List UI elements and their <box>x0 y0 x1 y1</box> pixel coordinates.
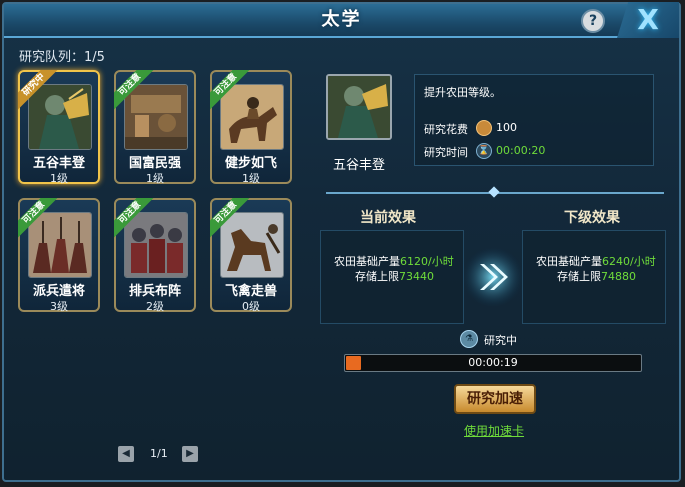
selected-research-icon <box>326 74 392 140</box>
research-card[interactable]: 可注意 派兵遣将 3级 <box>18 198 100 313</box>
card-name: 国富民强 <box>128 156 181 171</box>
cost-value: 100 <box>496 121 517 134</box>
available-badge: 可注意 <box>210 70 250 110</box>
help-icon[interactable]: ? <box>581 9 605 33</box>
card-name: 五谷丰登 <box>32 156 85 171</box>
close-icon[interactable]: X <box>617 2 679 38</box>
card-level: 2级 <box>146 300 164 313</box>
research-status-text: 研究中 <box>484 334 517 347</box>
research-status-icon: ⚗ <box>460 330 478 348</box>
research-queue-label: 研究队列：1/5 <box>19 50 105 65</box>
page-indicator: 1/1 <box>150 447 168 460</box>
available-badge: 可注意 <box>18 198 58 238</box>
time-remaining: 00:00:19 <box>468 356 518 369</box>
card-name: 排兵布阵 <box>128 284 181 299</box>
cost-label: 研究花费 <box>424 123 468 136</box>
current-production: 农田基础产量6120/小时 <box>334 255 454 268</box>
speed-up-button[interactable]: 研究加速 <box>454 384 536 414</box>
prev-page-button[interactable]: ◀ <box>118 446 134 462</box>
research-card[interactable]: 研究中 五谷丰登 1级 <box>18 70 100 185</box>
next-page-button[interactable]: ▶ <box>182 446 198 462</box>
next-production: 农田基础产量6240/小时 <box>536 255 656 268</box>
title-bar: 太学 ? X <box>4 2 679 38</box>
window-title: 太学 <box>321 9 362 30</box>
research-progress-bar: 00:00:19 <box>344 354 642 372</box>
time-value: 00:00:20 <box>496 144 546 157</box>
card-level: 1级 <box>242 172 260 185</box>
available-badge: 可注意 <box>114 198 154 238</box>
card-level: 1级 <box>50 172 68 185</box>
current-effect-title: 当前效果 <box>360 210 416 226</box>
card-name: 派兵遣将 <box>32 284 85 299</box>
university-window: 太学 ? X 研究队列：1/5 研究中 五谷丰登 1级 可注意 国富民强 1级 <box>2 2 681 482</box>
research-card[interactable]: 可注意 国富民强 1级 <box>114 70 196 185</box>
available-badge: 可注意 <box>114 70 154 110</box>
card-level: 1级 <box>146 172 164 185</box>
upgrade-arrow-icon <box>460 244 526 310</box>
hourglass-icon: ⌛ <box>476 143 492 159</box>
use-speed-card-link[interactable]: 使用加速卡 <box>464 422 524 439</box>
research-card[interactable]: 可注意 健步如飞 1级 <box>210 70 292 185</box>
research-card[interactable]: 可注意 排兵布阵 2级 <box>114 198 196 313</box>
next-storage: 存储上限74880 <box>557 270 636 283</box>
available-badge: 可注意 <box>210 198 250 238</box>
card-level: 0级 <box>242 300 260 313</box>
time-label: 研究时间 <box>424 146 468 159</box>
card-level: 3级 <box>50 300 68 313</box>
research-description: 提升农田等级。 <box>424 86 501 99</box>
card-name: 健步如飞 <box>224 156 277 171</box>
current-storage: 存储上限73440 <box>355 270 434 283</box>
selected-research-name: 五谷丰登 <box>332 158 385 173</box>
research-card[interactable]: 可注意 飞禽走兽 0级 <box>210 198 292 313</box>
divider-ornament <box>488 186 500 198</box>
card-name: 飞禽走兽 <box>224 284 277 299</box>
researching-badge: 研究中 <box>18 70 58 110</box>
coin-icon <box>476 120 492 136</box>
next-effect-title: 下级效果 <box>564 210 620 226</box>
